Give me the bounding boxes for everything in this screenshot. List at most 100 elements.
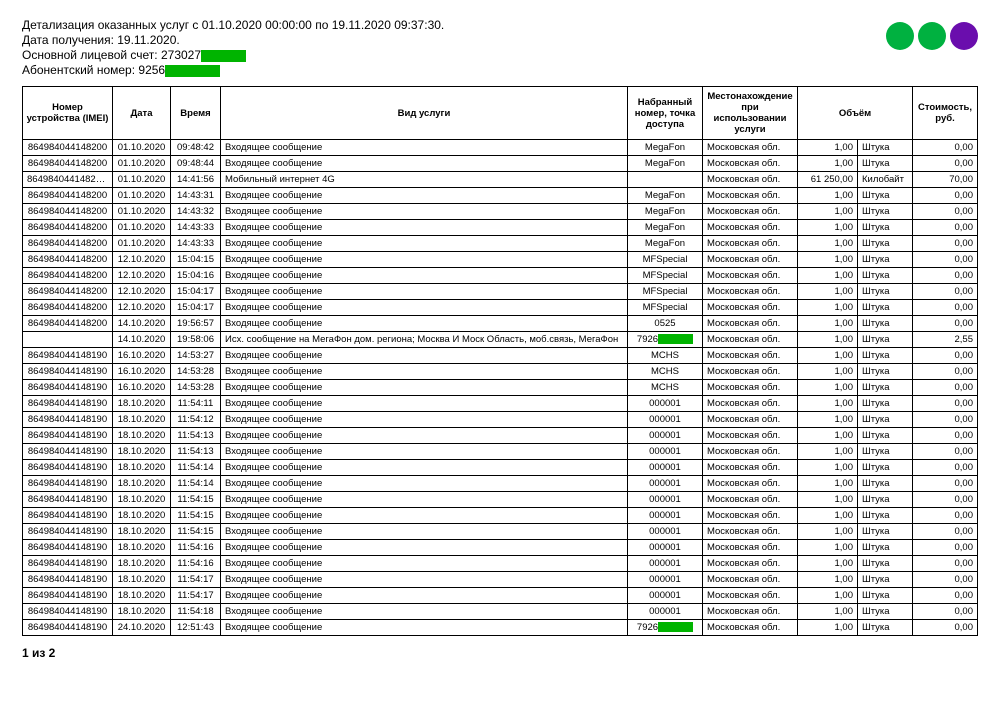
- cell-date: 01.10.2020: [113, 156, 171, 172]
- cell-unit: Штука: [858, 444, 913, 460]
- cell-unit: Штука: [858, 140, 913, 156]
- cell-volume: 1,00: [798, 364, 858, 380]
- table-header-row: Номер устройства (IMEI) Дата Время Вид у…: [23, 87, 978, 140]
- cell-volume: 1,00: [798, 428, 858, 444]
- cell-location: Московская обл.: [703, 620, 798, 636]
- cell-imei: 864984044148190: [23, 572, 113, 588]
- cell-service: Входящее сообщение: [221, 476, 628, 492]
- cell-date: 14.10.2020: [113, 316, 171, 332]
- cell-volume: 1,00: [798, 412, 858, 428]
- cell-number: MFSpecial: [628, 252, 703, 268]
- cell-unit: Килобайт: [858, 172, 913, 188]
- table-row: 86498404414820001.10.202009:48:44Входяще…: [23, 156, 978, 172]
- table-row: 86498404414819018.10.202011:54:17Входяще…: [23, 588, 978, 604]
- cell-volume: 61 250,00: [798, 172, 858, 188]
- cell-time: 11:54:16: [171, 556, 221, 572]
- cell-number: 000001: [628, 572, 703, 588]
- cell-number: 000001: [628, 412, 703, 428]
- cell-service: Входящее сообщение: [221, 444, 628, 460]
- cell-cost: 0,00: [913, 300, 978, 316]
- cell-unit: Штука: [858, 348, 913, 364]
- cell-service: Исх. сообщение на МегаФон дом. региона; …: [221, 332, 628, 348]
- cell-number: MFSpecial: [628, 284, 703, 300]
- cell-location: Московская обл.: [703, 444, 798, 460]
- subscriber-line: Абонентский номер: 9256: [22, 63, 444, 77]
- table-row: 86498404414819018.10.202011:54:14Входяще…: [23, 476, 978, 492]
- table-row: 86498404414819018.10.202011:54:15Входяще…: [23, 524, 978, 540]
- table-row: 14.10.202019:58:06Исх. сообщение на Мега…: [23, 332, 978, 348]
- cell-date: 18.10.2020: [113, 476, 171, 492]
- cell-date: 12.10.2020: [113, 252, 171, 268]
- cell-date: 01.10.2020: [113, 220, 171, 236]
- cell-number: 0525: [628, 316, 703, 332]
- cell-service: Входящее сообщение: [221, 556, 628, 572]
- cell-time: 11:54:15: [171, 492, 221, 508]
- cell-date: 01.10.2020: [113, 140, 171, 156]
- cell-volume: 1,00: [798, 220, 858, 236]
- cell-number: 000001: [628, 556, 703, 572]
- cell-time: 11:54:14: [171, 460, 221, 476]
- cell-unit: Штука: [858, 604, 913, 620]
- cell-volume: 1,00: [798, 236, 858, 252]
- cell-service: Входящее сообщение: [221, 492, 628, 508]
- cell-number: 000001: [628, 604, 703, 620]
- cell-unit: Штука: [858, 428, 913, 444]
- cell-cost: 0,00: [913, 220, 978, 236]
- cell-number: MFSpecial: [628, 300, 703, 316]
- cell-number: 000001: [628, 540, 703, 556]
- col-time: Время: [171, 87, 221, 140]
- cell-location: Московская обл.: [703, 332, 798, 348]
- cell-volume: 1,00: [798, 380, 858, 396]
- cell-location: Московская обл.: [703, 396, 798, 412]
- cell-date: 18.10.2020: [113, 604, 171, 620]
- cell-unit: Штука: [858, 412, 913, 428]
- cell-imei: 8649840441482000: [23, 172, 113, 188]
- cell-cost: 0,00: [913, 556, 978, 572]
- megafon-logo: [886, 22, 978, 50]
- cell-cost: 0,00: [913, 316, 978, 332]
- cell-unit: Штука: [858, 524, 913, 540]
- cell-service: Мобильный интернет 4G: [221, 172, 628, 188]
- cell-service: Входящее сообщение: [221, 588, 628, 604]
- cell-time: 14:53:28: [171, 380, 221, 396]
- table-row: 86498404414820012.10.202015:04:16Входяще…: [23, 268, 978, 284]
- cell-number: [628, 172, 703, 188]
- cell-number: MegaFon: [628, 236, 703, 252]
- cell-number: 000001: [628, 476, 703, 492]
- table-row: 86498404414819018.10.202011:54:12Входяще…: [23, 412, 978, 428]
- table-row: 864984044148200001.10.202014:41:56Мобиль…: [23, 172, 978, 188]
- cell-cost: 0,00: [913, 524, 978, 540]
- cell-location: Московская обл.: [703, 204, 798, 220]
- cell-time: 14:43:32: [171, 204, 221, 220]
- cell-location: Московская обл.: [703, 380, 798, 396]
- cell-unit: Штука: [858, 316, 913, 332]
- cell-imei: 864984044148200: [23, 156, 113, 172]
- cell-imei: 864984044148190: [23, 380, 113, 396]
- cell-number: 000001: [628, 460, 703, 476]
- report-header: Детализация оказанных услуг с 01.10.2020…: [22, 18, 978, 78]
- cell-unit: Штука: [858, 204, 913, 220]
- cell-service: Входящее сообщение: [221, 572, 628, 588]
- cell-volume: 1,00: [798, 556, 858, 572]
- cell-cost: 0,00: [913, 444, 978, 460]
- cell-volume: 1,00: [798, 588, 858, 604]
- cell-unit: Штука: [858, 220, 913, 236]
- report-received: Дата получения: 19.11.2020.: [22, 33, 444, 47]
- cell-number: MegaFon: [628, 188, 703, 204]
- cell-imei: 864984044148190: [23, 540, 113, 556]
- cell-unit: Штука: [858, 588, 913, 604]
- cell-time: 11:54:13: [171, 444, 221, 460]
- cell-location: Московская обл.: [703, 524, 798, 540]
- logo-dot-green: [886, 22, 914, 50]
- cell-date: 18.10.2020: [113, 524, 171, 540]
- cell-time: 11:54:18: [171, 604, 221, 620]
- cell-unit: Штука: [858, 556, 913, 572]
- cell-cost: 0,00: [913, 252, 978, 268]
- cell-imei: 864984044148200: [23, 140, 113, 156]
- cell-location: Московская обл.: [703, 364, 798, 380]
- cell-date: 18.10.2020: [113, 556, 171, 572]
- cell-imei: 864984044148200: [23, 236, 113, 252]
- cell-volume: 1,00: [798, 444, 858, 460]
- cell-unit: Штука: [858, 252, 913, 268]
- table-row: 86498404414820012.10.202015:04:17Входяще…: [23, 300, 978, 316]
